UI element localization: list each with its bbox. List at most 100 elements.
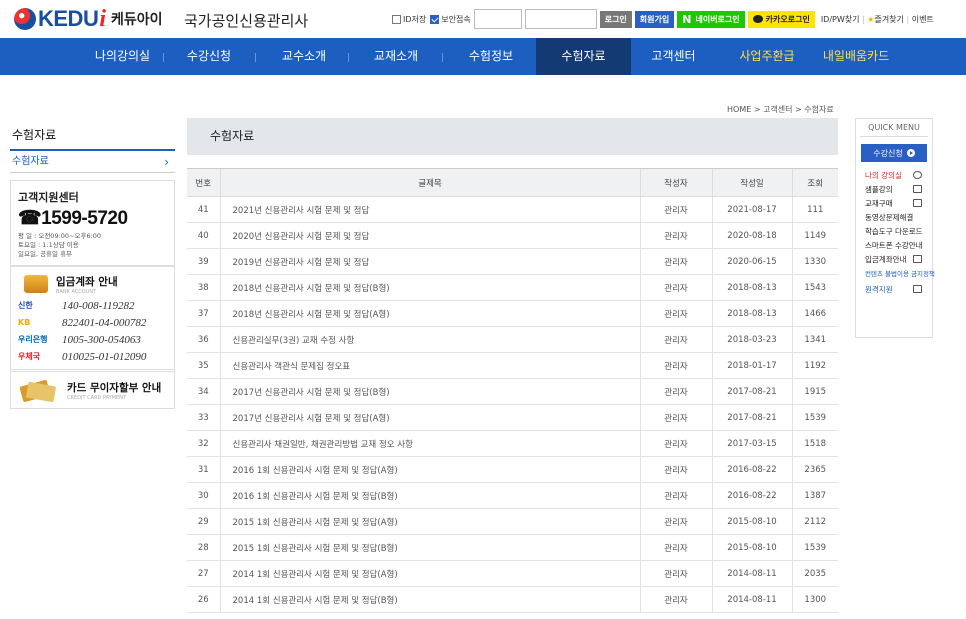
- login-button[interactable]: 로그인: [599, 10, 632, 28]
- cell-date: 2018-08-13: [711, 300, 792, 327]
- nav-exam-info[interactable]: 수험정보: [446, 38, 536, 75]
- table-row[interactable]: 35 신용관리사 객관식 문제집 정오표 관리자 2018-01-17 1192: [187, 352, 838, 379]
- event-link[interactable]: 이벤트: [912, 15, 934, 24]
- nav-enroll[interactable]: 수강신청: [170, 38, 248, 75]
- nav-textbooks[interactable]: 교재소개: [352, 38, 440, 75]
- play-icon: [906, 149, 915, 157]
- table-row[interactable]: 30 2016 1회 신용관리사 시험 문제 및 정답(B형) 관리자 2016-08…: [187, 482, 838, 509]
- cell-title[interactable]: 신용관리사 채권일반, 채권관리방법 교재 정오 사항: [219, 430, 640, 457]
- cell-title[interactable]: 2018년 신용관리사 시험 문제 및 정답(A형): [219, 300, 640, 327]
- card-icon: [913, 255, 922, 263]
- quick-menu-item[interactable]: 동영상문제해결: [856, 210, 932, 224]
- cell-title[interactable]: 2017년 신용관리사 시험 문제 및 정답(A형): [219, 404, 640, 431]
- favorites-link[interactable]: 즐겨찾기: [874, 15, 903, 24]
- bank-title: 입금계좌 안내: [56, 275, 118, 288]
- table-row[interactable]: 29 2015 1회 신용관리사 시험 문제 및 정답(A형) 관리자 2015-08…: [187, 508, 838, 535]
- bank-row: 신한 140-008-119282: [18, 297, 167, 314]
- cell-title[interactable]: 2014 1회 신용관리사 시험 문제 및 정답(A형): [219, 560, 640, 587]
- quick-menu-item[interactable]: 나의 강의실: [856, 168, 932, 182]
- kedui-logo[interactable]: KEDU i 케듀아이: [14, 6, 163, 32]
- cell-title[interactable]: 2020년 신용관리사 시험 문제 및 정답: [219, 222, 640, 249]
- table-row[interactable]: 34 2017년 신용관리사 시험 문제 및 정답(B형) 관리자 2017-08-2…: [187, 378, 838, 405]
- sidebar-item-exam-materials[interactable]: 수험자료 ›: [10, 151, 175, 173]
- cell-views: 1149: [791, 222, 838, 249]
- cell-title[interactable]: 2016 1회 신용관리사 시험 문제 및 정답(A형): [219, 456, 640, 483]
- login-area: ID저장 보안접속 로그인 회원가입 N 네이버로그인 카카오로그인 ID/PW…: [392, 9, 934, 29]
- cell-number: 28: [187, 534, 220, 561]
- naver-n-icon: N: [682, 12, 692, 26]
- cell-number: 40: [187, 222, 220, 249]
- cell-title[interactable]: 2015 1회 신용관리사 시험 문제 및 정답(B형): [219, 534, 640, 561]
- table-row[interactable]: 32 신용관리사 채권일반, 채권관리방법 교재 정오 사항 관리자 2017-03-…: [187, 430, 838, 457]
- cell-title[interactable]: 2016 1회 신용관리사 시험 문제 및 정답(B형): [219, 482, 640, 509]
- quick-menu-item[interactable]: 학습도구 다운로드: [856, 224, 932, 238]
- quick-menu-label: 나의 강의실: [865, 170, 902, 180]
- cell-views: 1915: [791, 378, 838, 405]
- cell-title[interactable]: 신용관리실무(3권) 교재 수정 사항: [219, 326, 640, 353]
- nav-tomorrow-card[interactable]: 내일배움카드: [811, 38, 901, 75]
- quick-menu-item[interactable]: 컨텐츠 불법이용 금지정책: [856, 266, 935, 282]
- secure-login-checkbox[interactable]: [430, 14, 440, 24]
- table-row[interactable]: 40 2020년 신용관리사 시험 문제 및 정답 관리자 2020-08-18 114…: [187, 222, 838, 249]
- table-row[interactable]: 36 신용관리실무(3권) 교재 수정 사항 관리자 2018-03-23 1341: [187, 326, 838, 353]
- id-save-checkbox[interactable]: [392, 14, 401, 24]
- cell-title[interactable]: 2018년 신용관리사 시험 문제 및 정답(B형): [219, 274, 640, 301]
- table-row[interactable]: 37 2018년 신용관리사 시험 문제 및 정답(A형) 관리자 2018-08-1…: [187, 300, 838, 327]
- cell-views: 1466: [791, 300, 838, 327]
- support-phone: ☎1599-5720: [18, 208, 128, 229]
- support-hours: 평 일 : 오전09:00~오후6:00 토요일 : 1:1상담 이용 일요일,…: [18, 232, 167, 259]
- account-number: 140-008-119282: [62, 299, 135, 312]
- cell-author: 관리자: [639, 560, 712, 587]
- table-row[interactable]: 28 2015 1회 신용관리사 시험 문제 및 정답(B형) 관리자 2015-08…: [187, 534, 838, 561]
- cell-title[interactable]: 신용관리사 객관식 문제집 정오표: [219, 352, 640, 379]
- table-row[interactable]: 41 2021년 신용관리사 시험 문제 및 정답 관리자 2021-08-17 111: [187, 196, 838, 223]
- nav-refund[interactable]: 사업주환급: [723, 38, 811, 75]
- password-input[interactable]: [524, 9, 597, 29]
- cell-number: 35: [187, 352, 220, 379]
- table-row[interactable]: 38 2018년 신용관리사 시험 문제 및 정답(B형) 관리자 2018-08-1…: [187, 274, 838, 301]
- nav-customer-center[interactable]: 고객센터: [631, 38, 716, 75]
- table-row[interactable]: 31 2016 1회 신용관리사 시험 문제 및 정답(A형) 관리자 2016-08…: [187, 456, 838, 483]
- card-installment-banner[interactable]: 카드 무이자할부 안내 CREDIT CARD PAYMENT: [10, 371, 175, 409]
- cell-number: 36: [187, 326, 220, 353]
- cell-author: 관리자: [639, 430, 712, 457]
- top-bar: KEDU i 케듀아이 국가공인신용관리사 ID저장 보안접속 로그인 회원가입…: [0, 0, 966, 38]
- nav-professors[interactable]: 교수소개: [262, 38, 346, 75]
- nav-exam-materials[interactable]: 수험자료: [536, 38, 631, 75]
- id-input[interactable]: [473, 9, 522, 29]
- cell-author: 관리자: [639, 300, 712, 327]
- nav-my-classroom[interactable]: 나의강의실: [75, 38, 170, 75]
- cell-title[interactable]: 2017년 신용관리사 시험 문제 및 정답(B형): [219, 378, 640, 405]
- join-button[interactable]: 회원가입: [634, 10, 675, 28]
- cell-title[interactable]: 2019년 신용관리사 시험 문제 및 정답: [219, 248, 640, 275]
- bank-subtitle: BANK ACCOUNT: [56, 288, 97, 295]
- naver-login-button[interactable]: N 네이버로그인: [677, 10, 745, 28]
- table-row[interactable]: 33 2017년 신용관리사 시험 문제 및 정답(A형) 관리자 2017-08-2…: [187, 404, 838, 431]
- account-number: 010025-01-012090: [62, 350, 147, 363]
- bank-header: 입금계좌 안내 BANK ACCOUNT: [18, 271, 167, 297]
- quick-menu-item[interactable]: 입금계좌안내: [856, 252, 932, 266]
- cell-title[interactable]: 2014 1회 신용관리사 시험 문제 및 정답(B형): [219, 586, 640, 613]
- cell-views: 2365: [791, 456, 838, 483]
- cell-number: 38: [187, 274, 220, 301]
- table-row[interactable]: 39 2019년 신용관리사 시험 문제 및 정답 관리자 2020-06-15 133…: [187, 248, 838, 275]
- find-idpw-link[interactable]: ID/PW찾기: [821, 15, 860, 24]
- cell-views: 1543: [791, 274, 838, 301]
- kakao-login-button[interactable]: 카카오로그인: [747, 10, 815, 28]
- cell-date: 2020-08-18: [711, 222, 792, 249]
- quick-menu-item[interactable]: 교재구매: [856, 196, 932, 210]
- support-title: 고객지원센터: [18, 191, 79, 204]
- table-row[interactable]: 27 2014 1회 신용관리사 시험 문제 및 정답(A형) 관리자 2014-08…: [187, 560, 838, 587]
- cell-title[interactable]: 2015 1회 신용관리사 시험 문제 및 정답(A형): [219, 508, 640, 535]
- table-row[interactable]: 26 2014 1회 신용관리사 시험 문제 및 정답(B형) 관리자 2014-08…: [187, 586, 838, 613]
- site-title: 국가공인신용관리사: [184, 12, 309, 30]
- quick-menu-item[interactable]: 샘플강의: [856, 182, 932, 196]
- main-navigation: 나의강의실 수강신청 교수소개 교재소개 수험정보 수험자료 고객센터 사업주환…: [0, 38, 966, 75]
- quick-menu-item[interactable]: 원격지원: [856, 282, 932, 296]
- cell-number: 37: [187, 300, 220, 327]
- cell-title[interactable]: 2021년 신용관리사 시험 문제 및 정답: [219, 196, 640, 223]
- hours-holiday: 일요일, 공휴일 휴무: [18, 250, 73, 258]
- cell-author: 관리자: [639, 222, 712, 249]
- quick-enroll-button[interactable]: 수강신청: [861, 144, 927, 162]
- quick-menu-item[interactable]: 스마트폰 수강안내: [856, 238, 932, 252]
